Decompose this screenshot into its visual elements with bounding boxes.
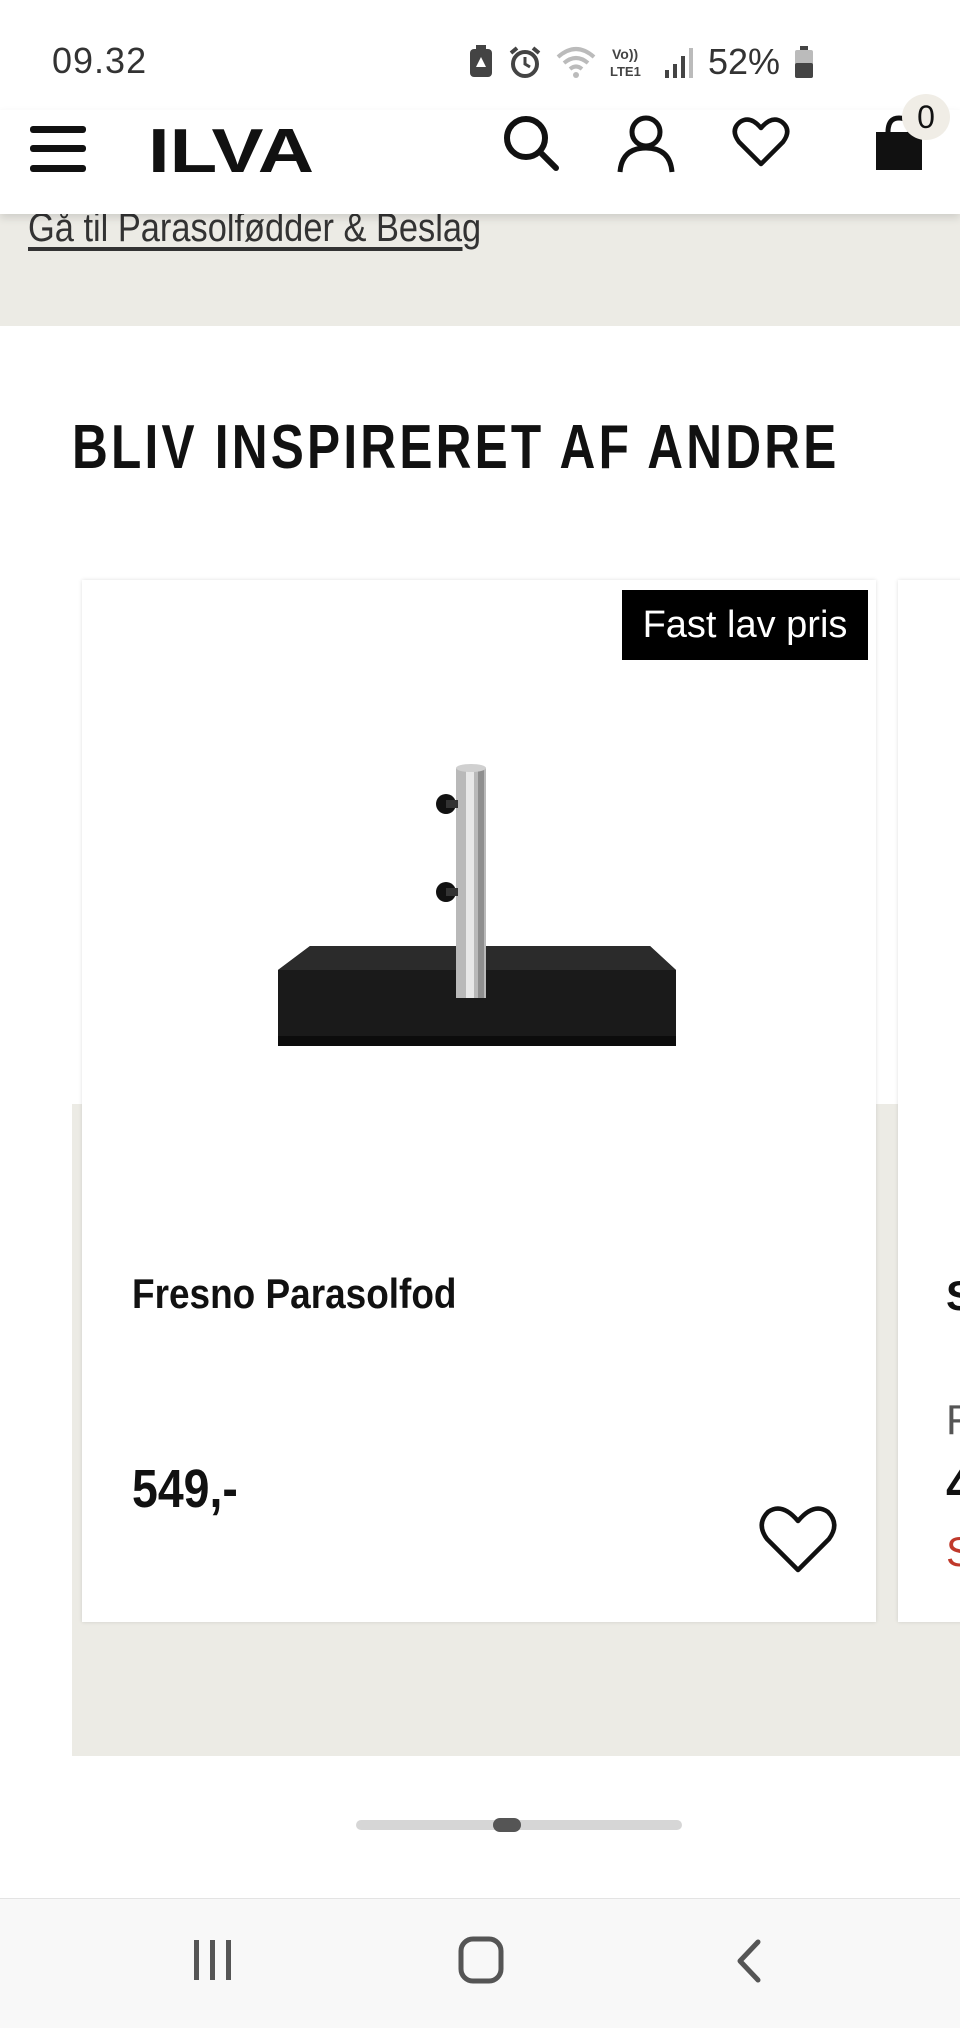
next-card-price-fragment: 4 — [946, 1457, 960, 1513]
signal-icon — [665, 48, 693, 78]
next-card-old-price-fragment: F — [946, 1396, 960, 1443]
user-icon[interactable] — [616, 114, 676, 174]
heart-icon[interactable] — [732, 116, 790, 168]
back-icon[interactable] — [734, 1938, 764, 1984]
recent-apps-icon[interactable] — [192, 1938, 234, 1982]
price-badge: Fast lav pris — [622, 590, 868, 660]
network-label: LTE1 — [610, 64, 641, 79]
product-image[interactable] — [270, 760, 690, 1060]
svg-text:Vo)): Vo)) — [612, 46, 638, 62]
carousel-scroll-thumb[interactable] — [493, 1818, 522, 1832]
product-name[interactable]: Fresno Parasolfod — [132, 1270, 457, 1318]
next-card-name-fragment: S — [946, 1272, 960, 1320]
status-icons: Vo)) LTE1 52% — [468, 41, 814, 82]
home-icon[interactable] — [458, 1936, 504, 1984]
menu-icon[interactable] — [30, 126, 86, 172]
alarm-icon — [509, 46, 541, 78]
battery-saver-icon — [470, 45, 492, 77]
logo-text: ILVA — [148, 120, 314, 180]
status-time: 09.32 — [52, 40, 148, 81]
cart-count-badge[interactable]: 0 — [902, 94, 950, 140]
product-price: 549,- — [132, 1459, 238, 1519]
volte-icon: Vo)) LTE1 — [610, 46, 641, 79]
search-icon[interactable] — [502, 112, 562, 174]
next-card-sale-fragment: S — [946, 1528, 960, 1576]
site-header — [0, 110, 960, 214]
battery-percentage: 52% — [708, 41, 781, 82]
wishlist-heart-icon[interactable] — [758, 1504, 838, 1576]
logo[interactable]: ILVA — [148, 120, 314, 180]
wifi-icon — [556, 47, 596, 78]
section-title: BLIV INSPIRERET AF ANDRE — [72, 413, 840, 482]
battery-icon — [795, 46, 814, 78]
